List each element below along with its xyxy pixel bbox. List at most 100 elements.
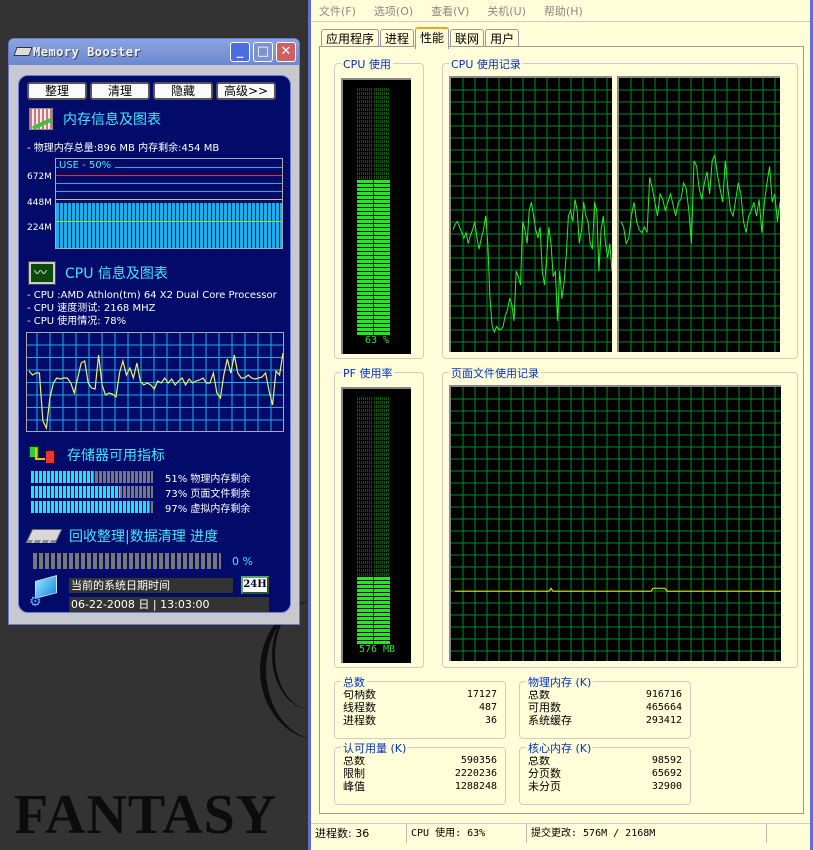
menu-shutdown[interactable]: 关机(U)	[487, 3, 526, 19]
meter-segment	[357, 629, 373, 632]
meter-segment	[357, 437, 373, 440]
meter-segment	[374, 176, 390, 179]
stat-label: 分页数	[528, 767, 561, 780]
meter-segment	[374, 561, 390, 564]
booster-panel: 整理 清理 隐藏 高级>> 内存信息及图表 - 物理内存总量:896 MB 内存…	[18, 75, 291, 613]
organize-button[interactable]: 整理	[27, 82, 87, 100]
meter-segment	[357, 585, 373, 588]
title-bar[interactable]: Memory Booster _ □ ✕	[9, 39, 299, 65]
meter-segment	[374, 549, 390, 552]
meter-segment	[374, 509, 390, 512]
cpu-history-title: CPU 使用记录	[449, 56, 523, 72]
meter-segment	[374, 320, 390, 323]
meter-segment	[374, 128, 390, 131]
advanced-button[interactable]: 高级>>	[216, 82, 276, 100]
stat-value: 1288248	[454, 781, 497, 792]
status-processes: 进程数: 36	[311, 824, 407, 843]
meter-segment	[374, 244, 390, 247]
meter-segment	[374, 533, 390, 536]
virtual-memory-label: 97% 虚拟内存剩余	[165, 503, 251, 515]
meter-segment	[357, 216, 373, 219]
meter-segment	[357, 489, 373, 492]
meter-segment	[357, 573, 373, 576]
meter-segment	[357, 473, 373, 476]
meter-segment	[374, 477, 390, 480]
meter-segment	[357, 533, 373, 536]
cpu-usage-title: CPU 使用	[341, 56, 393, 72]
stat-label: 峰值	[343, 780, 365, 793]
meter-segment	[374, 437, 390, 440]
meter-segment	[374, 100, 390, 103]
meter-segment	[357, 88, 373, 91]
meter-segment	[357, 92, 373, 95]
24h-toggle-button[interactable]: 24H	[241, 576, 269, 594]
performance-panel: CPU 使用 63 % CPU 使用记录 PF 使用率 576 MB 页面文件使…	[319, 46, 804, 814]
pf-history-group: 页面文件使用记录	[442, 365, 798, 668]
meter-segment	[357, 112, 373, 115]
menu-help[interactable]: 帮助(H)	[544, 3, 583, 19]
meter-segment	[374, 264, 390, 267]
meter-segment	[357, 413, 373, 416]
meter-segment	[357, 445, 373, 448]
meter-segment	[374, 192, 390, 195]
meter-segment	[374, 260, 390, 263]
phys-cache-row: 系统缓存 293412	[528, 714, 682, 727]
hide-button[interactable]: 隐藏	[153, 82, 213, 100]
meter-segment	[374, 413, 390, 416]
totals-group: 总数 句柄数 17127 线程数 487 进程数 36	[334, 674, 506, 739]
meter-segment	[357, 296, 373, 299]
maximize-button[interactable]: □	[253, 42, 273, 62]
pf-usage-title: PF 使用率	[341, 365, 395, 381]
resize-grip[interactable]	[767, 824, 810, 843]
meter-segment	[374, 569, 390, 572]
storage-bars: 51% 物理内存剩余 73% 页面文件剩余 97% 虚拟内存剩余	[31, 471, 251, 515]
minimize-button[interactable]: _	[230, 42, 250, 62]
meter-segment	[374, 589, 390, 592]
cpu-section-title: CPU 信息及图表	[65, 266, 168, 282]
menu-options[interactable]: 选项(O)	[374, 3, 413, 19]
meter-segment	[374, 605, 390, 608]
meter-segment	[374, 485, 390, 488]
meter-segment	[374, 581, 390, 584]
meter-segment	[357, 284, 373, 287]
memory-use-label: USE - 50%	[59, 160, 116, 171]
meter-segment	[374, 629, 390, 632]
cpu-usage-meter: 63 %	[341, 78, 411, 354]
meter-segment	[357, 597, 373, 600]
menu-view[interactable]: 查看(V)	[431, 3, 469, 19]
meter-segment	[357, 124, 373, 127]
page-file-label: 73% 页面文件剩余	[165, 488, 251, 500]
task-manager-window: 文件(F) 选项(O) 查看(V) 关机(U) 帮助(H) 应用程序 进程 性能…	[308, 0, 813, 850]
y-label-224m: 224M	[27, 223, 52, 233]
cpu-section-header: CPU 信息及图表	[29, 262, 168, 284]
meter-segment	[357, 308, 373, 311]
menu-file[interactable]: 文件(F)	[319, 3, 356, 19]
meter-segment	[357, 268, 373, 271]
meter-segment	[374, 316, 390, 319]
meter-segment	[357, 421, 373, 424]
meter-segment	[374, 144, 390, 147]
meter-segment	[374, 232, 390, 235]
meter-segment	[374, 124, 390, 127]
meter-segment	[357, 613, 373, 616]
meter-segment	[357, 136, 373, 139]
grid-line	[56, 191, 282, 192]
close-button[interactable]: ✕	[276, 42, 296, 62]
meter-segment	[374, 637, 390, 640]
cleanup-section-title: 回收整理|数据清理 进度	[69, 529, 219, 545]
cpu-info: - CPU :AMD Athlon(tm) 64 X2 Dual Core Pr…	[27, 289, 277, 328]
processes-row: 进程数 36	[343, 714, 497, 727]
meter-segment	[357, 96, 373, 99]
meter-segment	[374, 256, 390, 259]
meter-segment	[357, 108, 373, 111]
pf-usage-line	[455, 587, 781, 592]
meter-segment	[374, 601, 390, 604]
meter-segment	[357, 180, 373, 183]
tab-performance[interactable]: 性能	[415, 27, 450, 49]
meter-segment	[374, 108, 390, 111]
meter-segment	[357, 252, 373, 255]
meter-segment	[374, 140, 390, 143]
meter-segment	[374, 545, 390, 548]
clean-button[interactable]: 清理	[90, 82, 150, 100]
cpu-usage-text: 63 %	[364, 335, 390, 346]
